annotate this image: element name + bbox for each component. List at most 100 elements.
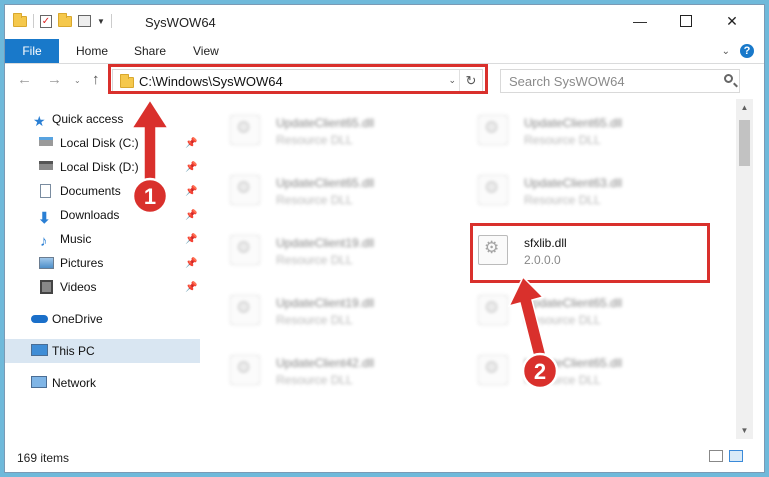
dll-file-icon: [230, 115, 260, 145]
file-item[interactable]: UpdateClient42.dll Resource DLL: [213, 346, 413, 390]
file-name: UpdateClient65.dll: [276, 116, 375, 130]
dll-file-icon: [478, 115, 508, 145]
dll-file-icon: [478, 355, 508, 385]
drive-icon: [39, 161, 53, 170]
file-item[interactable]: UpdateClient65.dll Resource DLL: [213, 166, 413, 210]
file-name: UpdateClient19.dll: [276, 236, 375, 250]
sidebar-item-downloads[interactable]: ⬇ Downloads 📌: [5, 203, 200, 227]
pin-icon[interactable]: 📌: [185, 186, 197, 197]
tab-file[interactable]: File: [5, 39, 59, 63]
file-name: UpdateClient65.dll: [276, 176, 375, 190]
help-icon[interactable]: ?: [740, 44, 754, 58]
maximize-icon: [680, 15, 692, 27]
forward-arrow-icon[interactable]: →: [47, 71, 62, 88]
file-name: UpdateClient65.dll: [524, 356, 623, 370]
file-type: Resource DLL: [276, 133, 353, 147]
toolbar-separator: [33, 14, 34, 28]
file-highlight-box: [470, 223, 710, 283]
tab-home[interactable]: Home: [76, 39, 108, 63]
details-view-icon[interactable]: [709, 450, 723, 462]
file-name: UpdateClient19.dll: [276, 296, 375, 310]
sidebar-item-music[interactable]: ♪ Music 📌: [5, 227, 200, 251]
sidebar-item-label: Network: [52, 376, 97, 390]
sidebar-item-this-pc[interactable]: This PC: [5, 339, 200, 363]
pin-icon[interactable]: 📌: [185, 210, 197, 221]
search-icon[interactable]: [724, 74, 733, 83]
search-placeholder: Search SysWOW64: [509, 74, 625, 89]
file-item[interactable]: UpdateClient65.dll Resource DLL: [213, 106, 413, 150]
scrollbar-thumb[interactable]: [739, 120, 750, 166]
downloads-icon: ⬇: [38, 209, 51, 227]
file-type: Resource DLL: [276, 193, 353, 207]
quick-access-toolbar: ✓ ▼: [13, 12, 112, 28]
sidebar-item-label: Videos: [60, 280, 97, 294]
scroll-down-icon[interactable]: ▼: [736, 422, 753, 439]
drive-icon: [39, 137, 53, 146]
sidebar-item-quick-access[interactable]: ★ Quick access: [5, 107, 200, 131]
pin-icon[interactable]: 📌: [185, 162, 197, 173]
dll-file-icon: [230, 235, 260, 265]
file-item[interactable]: UpdateClient65.dll Resource DLL: [461, 346, 661, 390]
ribbon: File Home Share View ⌄ ?: [5, 39, 764, 64]
dll-file-icon: [230, 295, 260, 325]
up-arrow-icon[interactable]: ↑: [92, 71, 100, 88]
sidebar-item-onedrive[interactable]: OneDrive: [5, 307, 200, 331]
expand-ribbon-icon[interactable]: ⌄: [722, 46, 730, 57]
file-name: UpdateClient65.dll: [524, 116, 623, 130]
file-item[interactable]: UpdateClient65.dll Resource DLL: [461, 106, 661, 150]
toolbar-separator: [110, 14, 112, 28]
back-arrow-icon[interactable]: ←: [17, 71, 32, 88]
computer-icon: [31, 344, 48, 356]
pin-icon[interactable]: 📌: [185, 234, 197, 245]
file-item[interactable]: UpdateClient65.dll Resource DLL: [461, 286, 661, 330]
documents-icon: [40, 184, 51, 198]
tab-view[interactable]: View: [193, 39, 219, 63]
pin-icon[interactable]: 📌: [185, 138, 197, 149]
sidebar-item-pictures[interactable]: Pictures 📌: [5, 251, 200, 275]
dll-file-icon: [230, 175, 260, 205]
sidebar-item-local-disk-d[interactable]: Local Disk (D:) 📌: [5, 155, 200, 179]
chevron-down-icon[interactable]: ▼: [97, 17, 105, 26]
file-type: Resource DLL: [276, 313, 353, 327]
ribbon-controls: ⌄ ?: [722, 44, 754, 58]
new-folder-icon[interactable]: [58, 12, 72, 27]
sidebar-item-network[interactable]: Network: [5, 371, 200, 395]
dll-file-icon: [230, 355, 260, 385]
sidebar-item-videos[interactable]: Videos 📌: [5, 275, 200, 299]
sidebar-item-local-disk-c[interactable]: Local Disk (C:) 📌: [5, 131, 200, 155]
title-bar: ✓ ▼ SysWOW64 — ✕: [5, 5, 764, 39]
file-type: Resource DLL: [276, 373, 353, 387]
file-item[interactable]: UpdateClient19.dll Resource DLL: [213, 286, 413, 330]
search-input[interactable]: Search SysWOW64: [500, 69, 740, 93]
pin-icon[interactable]: 📌: [185, 282, 197, 293]
sidebar-item-label: Downloads: [60, 208, 120, 222]
file-type: Resource DLL: [524, 313, 601, 327]
large-icons-view-icon[interactable]: [729, 450, 743, 462]
address-highlight-box: [108, 64, 488, 94]
scroll-up-icon[interactable]: ▲: [736, 99, 753, 116]
pin-icon[interactable]: 📌: [185, 258, 197, 269]
vertical-scrollbar[interactable]: ▲ ▼: [736, 99, 753, 439]
cloud-icon: [31, 315, 48, 323]
close-button[interactable]: ✕: [709, 5, 755, 37]
file-name: UpdateClient63.dll: [524, 176, 623, 190]
sidebar-item-label: Local Disk (C:): [60, 136, 139, 150]
minimize-button[interactable]: —: [617, 5, 663, 37]
file-type: Resource DLL: [524, 193, 601, 207]
properties-check-icon[interactable]: ✓: [40, 14, 52, 28]
status-bar: 169 items: [5, 443, 764, 469]
sidebar-item-label: Pictures: [60, 256, 104, 270]
folder-icon: [13, 12, 27, 27]
videos-icon: [40, 280, 53, 294]
item-count: 169 items: [17, 451, 70, 465]
recent-locations-icon[interactable]: ⌄: [74, 76, 81, 85]
maximize-button[interactable]: [663, 5, 709, 37]
dll-file-icon: [478, 295, 508, 325]
tab-share[interactable]: Share: [134, 39, 166, 63]
dll-file-icon: [478, 175, 508, 205]
customize-toolbar-icon[interactable]: [78, 15, 91, 27]
file-item[interactable]: UpdateClient19.dll Resource DLL: [213, 226, 413, 270]
sidebar-item-label: This PC: [52, 344, 95, 358]
sidebar-item-documents[interactable]: Documents 📌: [5, 179, 200, 203]
file-item[interactable]: UpdateClient63.dll Resource DLL: [461, 166, 661, 210]
